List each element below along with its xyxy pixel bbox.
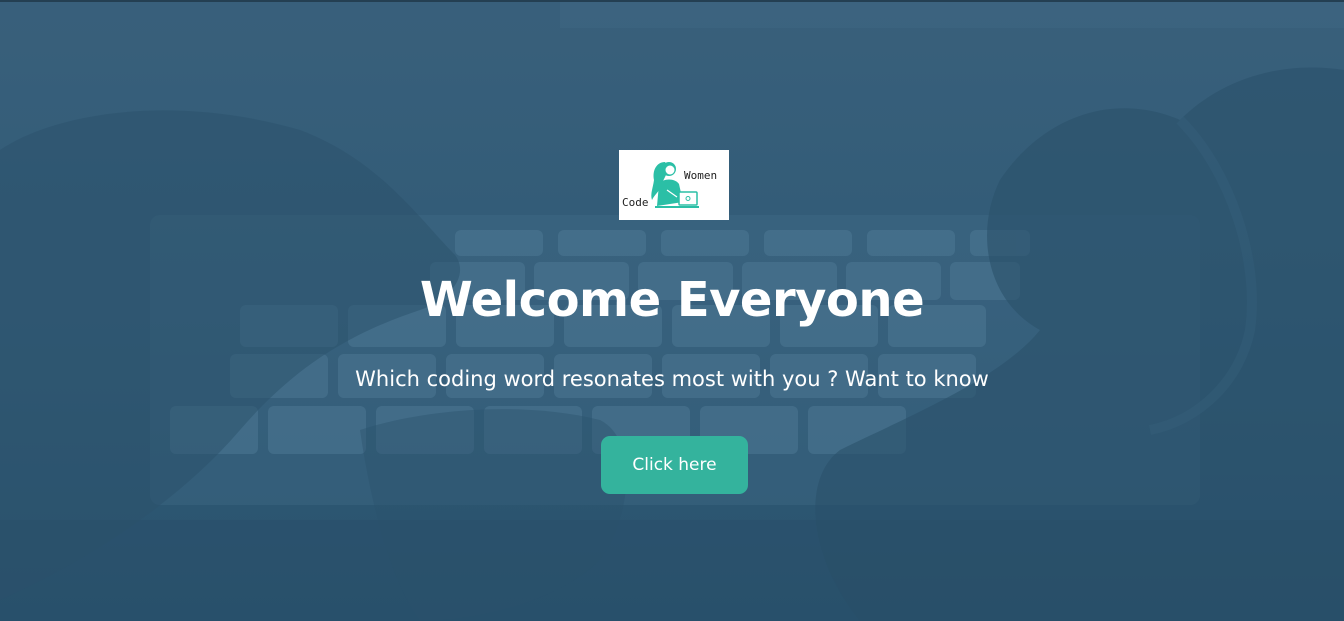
page-title: Welcome Everyone [419, 272, 925, 328]
page-subtitle: Which coding word resonates most with yo… [355, 367, 989, 391]
hero-section: Code Women Welcome Everyone Which coding… [0, 0, 1344, 621]
hero-content: Code Women Welcome Everyone Which coding… [0, 0, 1344, 621]
code-women-logo: Code Women [619, 150, 729, 220]
logo-word-right: Women [684, 169, 717, 182]
click-here-button[interactable]: Click here [601, 436, 748, 494]
logo-word-left: Code [622, 196, 649, 209]
